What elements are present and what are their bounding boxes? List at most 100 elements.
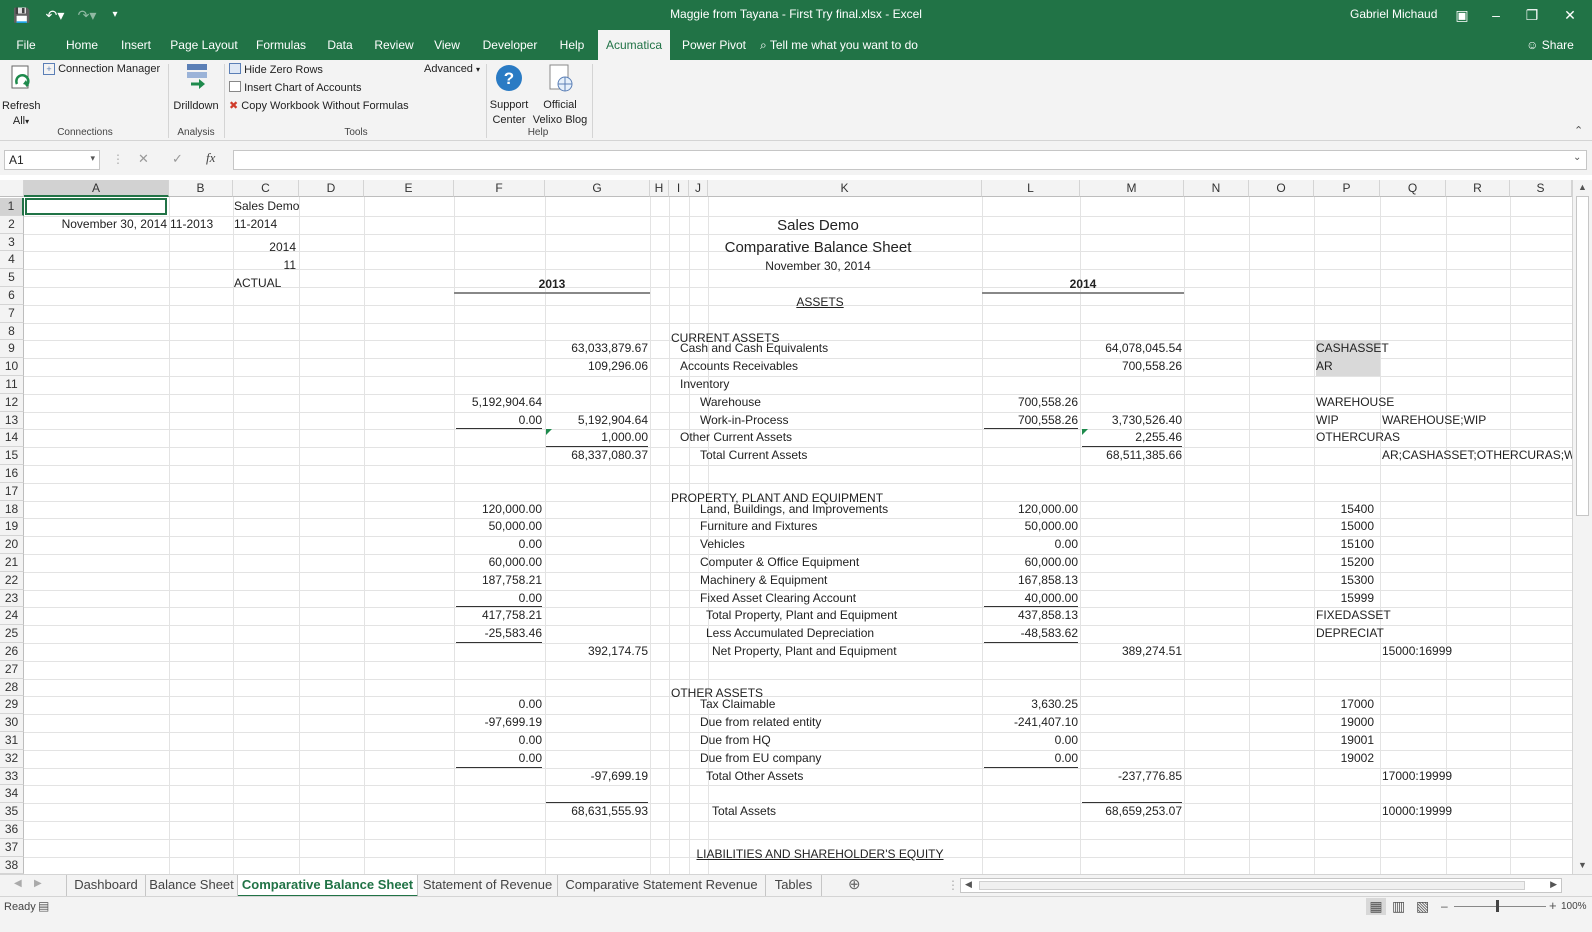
value-2014-total[interactable]: 2,255.46 [1082,429,1182,448]
next-sheet-icon[interactable]: ▶ [34,878,42,889]
value-2014-total[interactable]: 389,274.51 [1082,643,1182,661]
prev-sheet-icon[interactable]: ◀ [14,878,22,889]
column-header[interactable]: R [1446,180,1510,197]
zoom-level[interactable]: 100% [1561,901,1587,912]
zoom-slider-thumb[interactable] [1496,900,1499,912]
column-header[interactable]: I [669,180,689,197]
line-label[interactable]: Inventory [680,376,950,394]
value-2014-detail[interactable]: 0.00 [984,750,1078,768]
sheet-tab-comparative-balance-sheet[interactable]: Comparative Balance Sheet [238,875,418,897]
account-code[interactable]: AR [1316,358,1380,376]
row-header[interactable]: 18 [0,500,24,519]
scroll-down-icon[interactable]: ▼ [1578,860,1587,870]
column-header[interactable]: B [169,180,233,197]
account-code[interactable]: CASHASSET [1316,340,1389,359]
row-header[interactable]: 10 [0,358,24,376]
line-label[interactable]: Due from EU company [700,750,970,768]
account-code[interactable]: FIXEDASSET [1316,607,1391,625]
scroll-left-icon[interactable]: ◀ [965,879,972,890]
zoom-slider[interactable] [1454,906,1546,907]
account-code[interactable]: 19002 [1314,750,1374,768]
value-2014-total[interactable]: 68,659,253.07 [1082,803,1182,821]
account-code[interactable]: WAREHOUSE [1316,394,1394,412]
value-2013-detail[interactable]: 187,758.21 [456,572,542,590]
enter-icon[interactable]: ✓ [172,151,183,167]
column-header[interactable]: N [1184,180,1249,197]
value-2013-detail[interactable]: 0.00 [456,412,542,430]
column-header[interactable]: D [299,180,364,197]
row-header[interactable]: 12 [0,393,24,412]
line-label[interactable]: Fixed Asset Clearing Account [700,590,970,608]
cell-c2[interactable]: 11-2014 [234,216,294,234]
connection-manager-button[interactable]: + Connection Manager [43,63,160,75]
user-name[interactable]: Gabriel Michaud [1350,7,1437,21]
column-header[interactable]: Q [1380,180,1446,197]
column-header[interactable]: S [1510,180,1572,197]
value-2013-detail[interactable]: 417,758.21 [456,607,542,625]
tab-acumatica[interactable]: Acumatica [598,30,670,60]
cell-c1[interactable]: Sales Demo [234,198,314,216]
select-all-corner[interactable] [0,180,24,197]
line-label[interactable]: Furniture and Fixtures [700,518,970,536]
value-2014-total[interactable]: 700,558.26 [1082,358,1182,376]
row-header[interactable]: 28 [0,678,24,697]
cell-c3[interactable]: 2014 [234,239,296,257]
column-header[interactable]: M [1080,180,1184,197]
collapse-ribbon-icon[interactable]: ⌃ [1574,124,1583,137]
value-2013-total[interactable]: 5,192,904.64 [546,412,648,430]
minimize-icon[interactable]: – [1486,4,1506,26]
column-header[interactable]: L [982,180,1080,197]
account-code[interactable]: OTHERCURAS [1316,429,1400,447]
row-header[interactable]: 24 [0,607,24,626]
tab-developer[interactable]: Developer [476,30,544,60]
account-code[interactable]: 17000 [1314,696,1374,714]
account-range[interactable]: 17000:19999 [1382,768,1572,786]
row-header[interactable]: 11 [0,376,24,394]
row-header[interactable]: 29 [0,696,24,715]
account-code[interactable]: 19000 [1314,714,1374,732]
row-header[interactable]: 21 [0,554,24,572]
value-2013-detail[interactable]: 0.00 [456,590,542,608]
row-header[interactable]: 6 [0,287,24,305]
assets-heading[interactable]: ASSETS [760,294,880,312]
expand-formula-bar-icon[interactable]: ⌄ [1573,152,1581,163]
value-2014-detail[interactable]: 0.00 [984,536,1078,554]
tab-review[interactable]: Review [370,30,418,60]
row-header[interactable]: 33 [0,767,24,786]
value-2014-detail[interactable]: 60,000.00 [984,554,1078,572]
value-2013-total[interactable]: 392,174.75 [546,643,648,661]
formula-input[interactable] [233,150,1587,170]
account-code[interactable]: DEPRECIAT [1316,625,1384,643]
row-header[interactable]: 36 [0,821,24,839]
share-button[interactable]: ☺ Share [1520,30,1580,60]
report-date[interactable]: November 30, 2014 [708,258,928,276]
line-label[interactable]: Other Current Assets [680,429,950,447]
line-label[interactable]: Vehicles [700,536,970,554]
liabilities-heading[interactable]: LIABILITIES AND SHAREHOLDER'S EQUITY [680,846,960,864]
line-label[interactable]: Total Current Assets [700,447,970,465]
line-label[interactable]: Machinery & Equipment [700,572,970,590]
value-2014-total[interactable]: 68,511,385.66 [1082,447,1182,465]
account-code[interactable]: WIP [1316,412,1380,430]
column-header[interactable]: H [650,180,669,197]
tab-home[interactable]: Home [60,30,104,60]
column-header[interactable]: J [689,180,708,197]
value-2014-total[interactable]: 3,730,526.40 [1082,412,1182,430]
tab-split-handle-icon[interactable]: ⋮ [947,878,959,892]
row-header[interactable]: 27 [0,660,24,679]
scroll-right-icon[interactable]: ▶ [1550,879,1557,890]
column-header[interactable]: P [1314,180,1380,197]
tab-page-layout[interactable]: Page Layout [166,30,242,60]
column-header[interactable]: O [1249,180,1314,197]
account-range[interactable]: AR;CASHASSET;OTHERCURAS;WAI [1382,447,1572,465]
row-header[interactable]: 26 [0,643,24,661]
copy-workbook-button[interactable]: ✖ Copy Workbook Without Formulas [229,99,409,112]
value-2013-detail[interactable]: 0.00 [456,732,542,750]
cell-a2[interactable]: November 30, 2014 [25,216,167,234]
row-header[interactable]: 20 [0,536,24,554]
value-2014-detail[interactable]: 167,858.13 [984,572,1078,590]
row-header[interactable]: 4 [0,251,24,270]
value-2014-detail[interactable]: 700,558.26 [984,394,1078,412]
tab-file[interactable]: File [8,30,44,60]
line-label[interactable]: Total Other Assets [706,768,976,786]
